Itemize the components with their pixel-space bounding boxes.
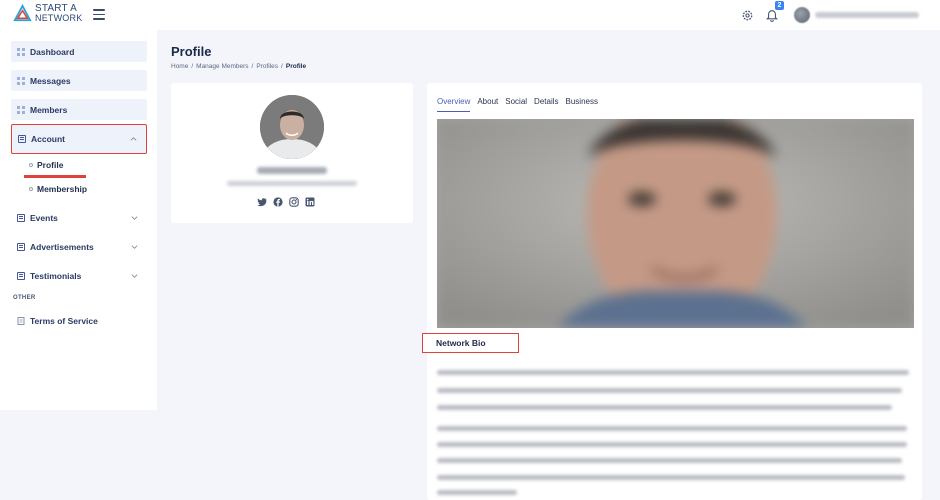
breadcrumb-current: Profile bbox=[285, 63, 307, 70]
sidebar-subitem-label: Membership bbox=[37, 184, 88, 194]
profile-hero-image bbox=[437, 119, 914, 328]
sidebar-subitem-membership[interactable]: Membership bbox=[29, 184, 87, 194]
social-links bbox=[257, 197, 315, 207]
document-icon bbox=[17, 316, 25, 325]
sidebar-item-label: Events bbox=[30, 212, 58, 223]
menu-toggle-icon[interactable] bbox=[93, 9, 105, 20]
sidebar-item-label: Advertisements bbox=[30, 241, 94, 252]
linkedin-icon[interactable] bbox=[305, 197, 315, 207]
bullet-icon bbox=[29, 163, 33, 167]
profile-detail-panel: Overview About Social Details Business bbox=[427, 83, 922, 500]
sidebar-item-terms[interactable]: Terms of Service bbox=[11, 310, 147, 331]
sidebar-item-label: Testimonials bbox=[30, 270, 82, 281]
sidebar-item-messages[interactable]: Messages bbox=[11, 70, 147, 91]
twitter-icon[interactable] bbox=[257, 197, 267, 207]
profile-name-redacted bbox=[257, 167, 327, 174]
chevron-up-icon bbox=[130, 137, 137, 141]
grid-icon bbox=[17, 76, 25, 85]
bullet-icon bbox=[29, 187, 33, 191]
instagram-icon[interactable] bbox=[289, 197, 299, 207]
top-bar: START A NETWORK 2 bbox=[0, 0, 940, 30]
notification-badge: 2 bbox=[775, 1, 784, 10]
bio-text-redacted bbox=[437, 370, 909, 375]
breadcrumb-manage-members[interactable]: Manage Members bbox=[196, 63, 248, 70]
breadcrumb: Home / Manage Members / Profiles / Profile bbox=[171, 63, 307, 70]
profile-tabs: Overview About Social Details Business bbox=[437, 97, 605, 112]
bell-icon[interactable] bbox=[766, 8, 778, 22]
sidebar-item-events[interactable]: Events bbox=[11, 207, 147, 228]
list-icon bbox=[17, 271, 25, 280]
section-label-other: OTHER bbox=[13, 295, 36, 301]
grid-icon bbox=[17, 47, 25, 56]
user-name-redacted[interactable] bbox=[815, 12, 919, 18]
bio-text-redacted bbox=[437, 426, 907, 431]
sidebar-item-label: Messages bbox=[30, 75, 71, 86]
profile-photo bbox=[260, 95, 324, 159]
list-icon bbox=[18, 135, 26, 143]
sidebar-item-advertisements[interactable]: Advertisements bbox=[11, 236, 147, 257]
logo-icon bbox=[13, 4, 32, 22]
network-bio-heading: Network Bio bbox=[422, 333, 519, 353]
chevron-down-icon bbox=[131, 273, 138, 278]
page-title: Profile bbox=[171, 44, 212, 59]
sidebar-item-account[interactable]: Account bbox=[11, 124, 147, 154]
breadcrumb-profiles[interactable]: Profiles bbox=[256, 63, 278, 70]
gear-icon[interactable] bbox=[741, 9, 754, 22]
breadcrumb-home[interactable]: Home bbox=[171, 63, 188, 70]
tab-overview[interactable]: Overview bbox=[437, 97, 471, 112]
list-icon bbox=[17, 213, 25, 222]
tab-business[interactable]: Business bbox=[566, 97, 598, 112]
facebook-icon[interactable] bbox=[273, 197, 283, 207]
active-underline bbox=[24, 175, 86, 178]
tab-about[interactable]: About bbox=[477, 97, 498, 112]
bio-text-redacted bbox=[437, 490, 517, 495]
chevron-down-icon bbox=[131, 215, 138, 220]
sidebar-item-label: Account bbox=[31, 134, 65, 144]
tab-social[interactable]: Social bbox=[505, 97, 527, 112]
bio-text-redacted bbox=[437, 442, 907, 447]
chevron-down-icon bbox=[131, 244, 138, 249]
profile-role-redacted bbox=[227, 181, 357, 186]
profile-card bbox=[171, 83, 413, 223]
logo-text: START A NETWORK bbox=[35, 4, 82, 23]
sidebar-subitem-profile[interactable]: Profile bbox=[29, 160, 63, 170]
sidebar-item-testimonials[interactable]: Testimonials bbox=[11, 265, 147, 286]
bio-text-redacted bbox=[437, 405, 892, 410]
list-icon bbox=[17, 242, 25, 251]
sidebar-item-members[interactable]: Members bbox=[11, 99, 147, 120]
bio-text-redacted bbox=[437, 458, 902, 463]
logo-line-2: NETWORK bbox=[35, 13, 83, 23]
grid-icon bbox=[17, 105, 25, 114]
sidebar-item-dashboard[interactable]: Dashboard bbox=[11, 41, 147, 62]
hero-portrait-image bbox=[437, 119, 914, 328]
logo[interactable]: START A NETWORK bbox=[13, 4, 82, 23]
sidebar-item-label: Members bbox=[30, 104, 68, 115]
profile-photo-image bbox=[260, 95, 324, 159]
sidebar-item-label: Terms of Service bbox=[30, 315, 98, 326]
user-avatar[interactable] bbox=[794, 7, 810, 23]
sidebar-item-label: Dashboard bbox=[30, 46, 75, 57]
bio-text-redacted bbox=[437, 475, 905, 480]
sidebar: Dashboard Messages Members Account Profi… bbox=[0, 30, 157, 410]
sidebar-subitem-label: Profile bbox=[37, 160, 64, 170]
bio-text-redacted bbox=[437, 388, 902, 393]
tab-details[interactable]: Details bbox=[534, 97, 558, 112]
